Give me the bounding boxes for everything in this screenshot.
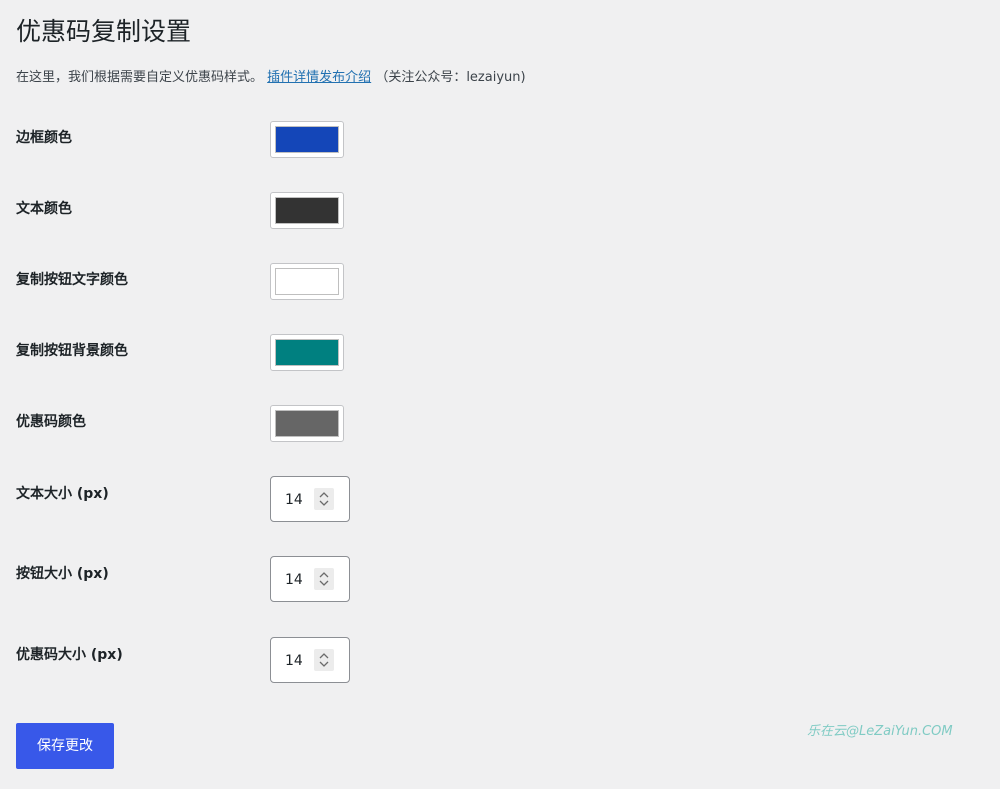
text-color-swatch [275,197,339,224]
coupon-size-label: 优惠码大小 (px) [16,647,123,663]
page-title: 优惠码复制设置 [16,17,192,46]
coupon-color-label: 优惠码颜色 [16,414,86,430]
border-color-label: 边框颜色 [16,130,72,146]
border-color-picker[interactable] [270,121,344,158]
intro-text: 在这里，我们根据需要自定义优惠码样式。 插件详情发布介绍 （关注公众号：leza… [16,68,526,88]
text-size-label: 文本大小 (px) [16,486,109,502]
watermark: 乐在云@LeZaiYun.COM [807,724,953,739]
copy-button-text-color-label: 复制按钮文字颜色 [16,272,128,288]
save-changes-button[interactable]: 保存更改 [16,723,114,769]
button-size-input[interactable]: 14 [270,556,350,602]
button-size-value: 14 [285,572,303,588]
intro-note: （关注公众号：lezaiyun) [375,70,526,85]
copy-button-bg-color-swatch [275,339,339,366]
up-down-chevron-icon[interactable] [314,568,334,590]
copy-button-text-color-swatch [275,268,339,295]
coupon-color-picker[interactable] [270,405,344,442]
plugin-details-link[interactable]: 插件详情发布介绍 [267,70,371,85]
button-size-label: 按钮大小 (px) [16,566,109,582]
text-color-label: 文本颜色 [16,201,72,217]
intro-description: 在这里，我们根据需要自定义优惠码样式。 [16,70,264,85]
coupon-color-swatch [275,410,339,437]
up-down-chevron-icon[interactable] [314,649,334,671]
copy-button-bg-color-picker[interactable] [270,334,344,371]
coupon-size-input[interactable]: 14 [270,637,350,683]
copy-button-bg-color-label: 复制按钮背景颜色 [16,343,128,359]
border-color-swatch [275,126,339,153]
text-size-input[interactable]: 14 [270,476,350,522]
text-size-value: 14 [285,492,303,508]
coupon-size-value: 14 [285,653,303,669]
copy-button-text-color-picker[interactable] [270,263,344,300]
up-down-chevron-icon[interactable] [314,488,334,510]
text-color-picker[interactable] [270,192,344,229]
